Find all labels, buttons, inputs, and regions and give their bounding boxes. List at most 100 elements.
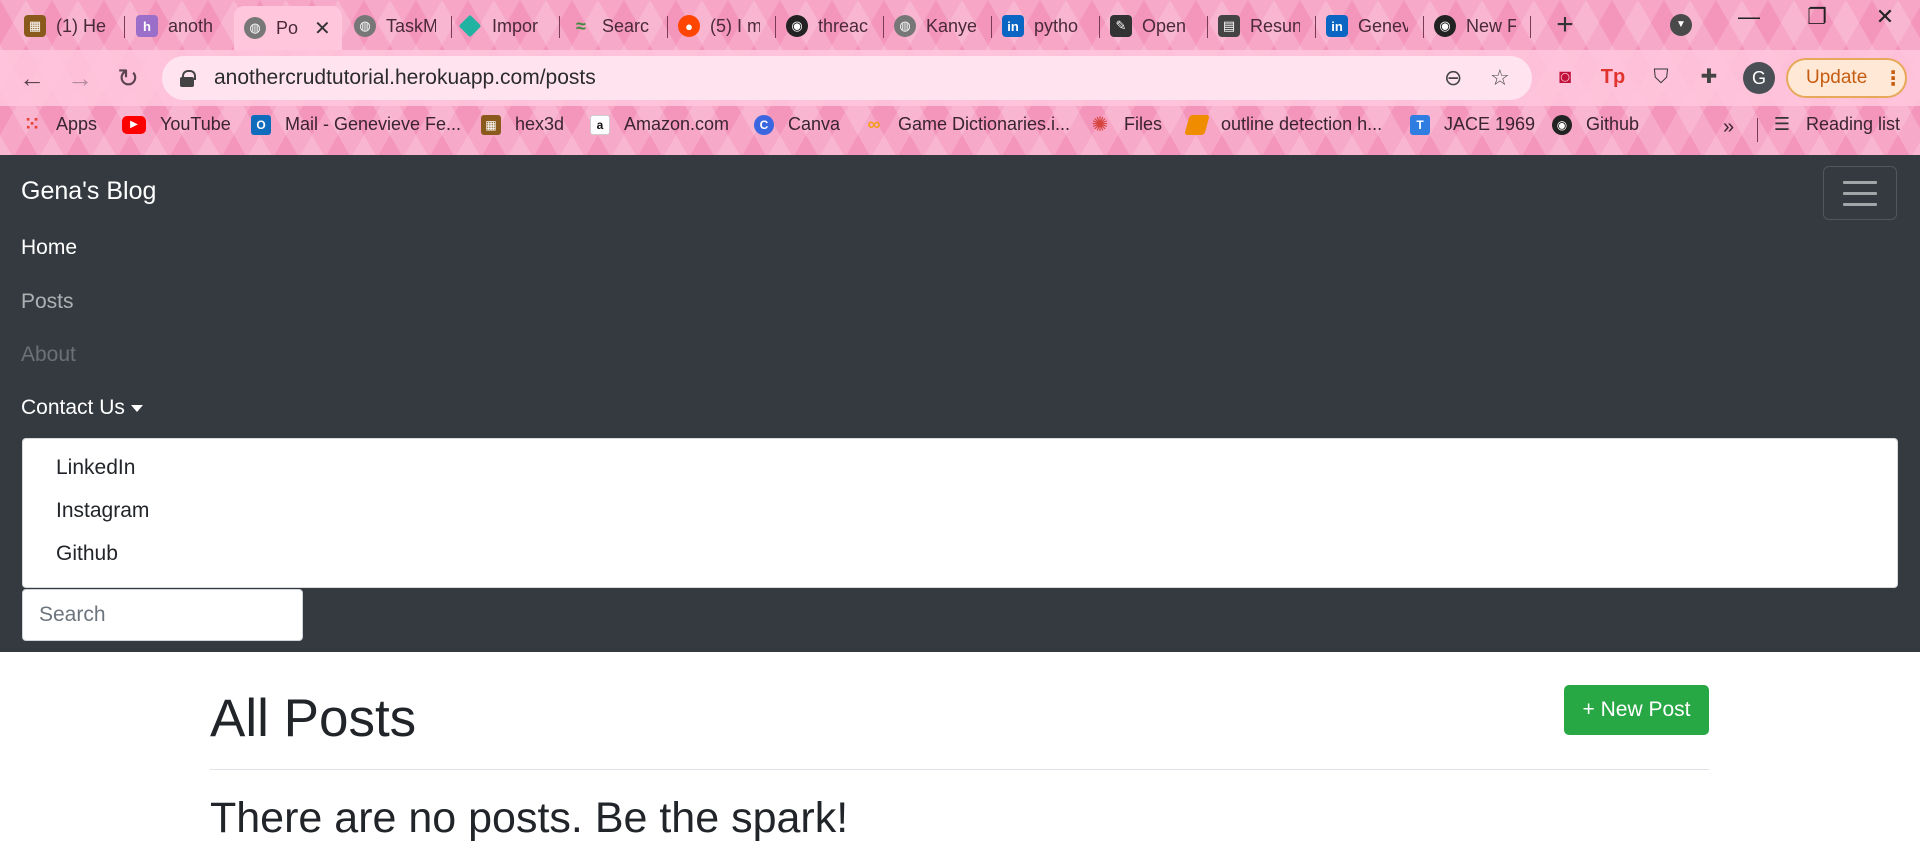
tab-label: pytho <box>1034 15 1079 36</box>
profile-avatar[interactable]: G <box>1743 62 1775 94</box>
tab-7[interactable]: ● (5) I m <box>668 6 774 46</box>
zoom-out-icon[interactable]: ⊖ <box>1444 65 1462 91</box>
outlook-icon: O <box>251 114 271 135</box>
bookmark-canva[interactable]: C Canva <box>754 114 840 135</box>
minimize-button[interactable]: — <box>1729 4 1769 30</box>
bookmark-mail[interactable]: O Mail - Genevieve Fe... <box>251 114 461 135</box>
tab-9[interactable]: ◍ Kanye <box>884 6 990 46</box>
tab-label: Impor <box>492 15 539 36</box>
menu-dots-icon: ⋮ <box>1883 67 1904 90</box>
tab-label: Resun <box>1250 15 1300 36</box>
contact-dropdown-menu: LinkedIn Instagram Github <box>22 438 1898 588</box>
reading-list-button[interactable]: ☰ Reading list <box>1772 114 1900 135</box>
bookmark-apps[interactable]: ⁙ Apps <box>22 114 97 135</box>
close-window-button[interactable]: ✕ <box>1865 4 1905 30</box>
hamburger-icon <box>1843 192 1877 195</box>
new-post-button[interactable]: + New Post <box>1564 685 1709 735</box>
tab-14[interactable]: ◉ New F <box>1424 6 1530 46</box>
dropdown-item-github[interactable]: Github <box>56 542 118 566</box>
nav-about[interactable]: About <box>21 343 76 367</box>
forward-icon[interactable]: → <box>62 60 98 96</box>
nav-posts[interactable]: Posts <box>21 290 74 314</box>
tab-separator <box>124 16 125 38</box>
bookmarks-separator <box>1757 118 1758 142</box>
brand-link[interactable]: Gena's Blog <box>21 177 156 206</box>
tab-close-icon[interactable]: ✕ <box>314 16 331 41</box>
tab-3-active[interactable]: ◍ Po ✕ <box>234 6 342 50</box>
tab-11[interactable]: ✎ Open <box>1100 6 1206 46</box>
site-navbar: Gena's Blog Home Posts About Contact Us … <box>0 155 1920 652</box>
amazon-icon: a <box>590 114 610 135</box>
bookmark-game-dictionaries[interactable]: ∞ Game Dictionaries.i... <box>864 114 1070 135</box>
nav-home[interactable]: Home <box>21 236 77 260</box>
dropdown-item-instagram[interactable]: Instagram <box>56 499 149 523</box>
tab-6[interactable]: ≈ Searc <box>560 6 666 46</box>
tab-2[interactable]: h anoth <box>126 6 234 46</box>
tab-label: Po <box>276 17 299 38</box>
canva-icon: C <box>754 114 774 135</box>
bookmark-star-icon[interactable]: ☆ <box>1490 65 1510 91</box>
tab-10[interactable]: in pytho <box>992 6 1098 46</box>
files-icon: ✺ <box>1091 114 1109 136</box>
bookmark-youtube[interactable]: ▶ YouTube <box>122 114 231 135</box>
shield-extension-icon[interactable]: ⛉ <box>1647 63 1675 91</box>
bookmark-github[interactable]: ◉ Github <box>1552 114 1639 135</box>
game-icon: ▦ <box>481 114 501 135</box>
nav-contact-dropdown[interactable]: Contact Us <box>21 396 143 420</box>
tab-12[interactable]: ▤ Resun <box>1208 6 1314 46</box>
tab-search-icon[interactable]: ▼ <box>1670 14 1692 36</box>
tab-4[interactable]: ◍ TaskM <box>344 6 450 46</box>
bookmarks-more-icon[interactable]: » <box>1723 116 1734 139</box>
tab-5[interactable]: Impor <box>452 6 558 46</box>
hamburger-icon <box>1843 181 1877 184</box>
url-text[interactable]: anothercrudtutorial.herokuapp.com/posts <box>214 66 596 90</box>
browser-chrome: ▦ (1) He h anoth ◍ Po ✕ ◍ TaskM Impor ≈ … <box>0 0 1920 155</box>
bookmark-hex3d[interactable]: ▦ hex3d <box>481 114 564 135</box>
bookmark-amazon[interactable]: a Amazon.com <box>590 114 729 135</box>
divider <box>210 769 1709 770</box>
lock-icon[interactable] <box>180 70 196 87</box>
reload-icon[interactable]: ↻ <box>110 60 146 96</box>
bookmark-label: Files <box>1124 114 1163 134</box>
browser-toolbar: ← → ↻ anothercrudtutorial.herokuapp.com/… <box>0 50 1920 106</box>
linkedin-icon: in <box>1326 15 1348 37</box>
bookmark-label: Mail - Genevieve Fe... <box>285 114 462 134</box>
github-icon: ◉ <box>1552 114 1572 135</box>
address-bar[interactable]: anothercrudtutorial.herokuapp.com/posts … <box>162 56 1532 100</box>
bookmark-label: YouTube <box>160 114 231 134</box>
extensions-puzzle-icon[interactable]: ✚ <box>1695 63 1723 91</box>
tab-1[interactable]: ▦ (1) He <box>14 6 124 46</box>
tab-label: New F <box>1466 15 1516 36</box>
globe-icon: ◍ <box>354 15 376 37</box>
main-content: All Posts + New Post There are no posts.… <box>0 652 1920 853</box>
navbar-toggler-button[interactable] <box>1823 166 1897 220</box>
bookmark-files[interactable]: ✺ Files <box>1090 114 1163 136</box>
bookmark-label: Github <box>1586 114 1640 134</box>
github-icon: ◉ <box>1434 15 1456 37</box>
youtube-icon: ▶ <box>122 115 146 134</box>
reddit-icon: ● <box>678 15 700 37</box>
back-icon[interactable]: ← <box>14 60 50 96</box>
tab-13[interactable]: in Genev <box>1316 6 1422 46</box>
tp-extension-icon[interactable]: Tp <box>1599 63 1627 91</box>
globe-icon: ◍ <box>244 17 266 39</box>
heroku-icon: h <box>136 15 158 37</box>
update-button[interactable]: Update ⋮ <box>1786 58 1907 98</box>
apps-grid-icon: ⁙ <box>24 114 40 134</box>
bookmark-icon <box>1184 114 1210 135</box>
nav-contact-label: Contact Us <box>21 396 125 419</box>
dropdown-item-linkedin[interactable]: LinkedIn <box>56 456 135 480</box>
search-input[interactable] <box>22 589 303 641</box>
pocket-extension-icon[interactable]: ◙ <box>1551 63 1579 91</box>
tab-separator <box>1530 16 1531 38</box>
new-tab-button[interactable]: + <box>1550 8 1580 42</box>
globe-icon: ◍ <box>894 15 916 37</box>
bookmark-jace[interactable]: T JACE 1969 <box>1410 114 1535 135</box>
bookmark-outline-detection[interactable]: outline detection h... <box>1184 114 1382 135</box>
restore-button[interactable]: ❐ <box>1797 4 1837 30</box>
tab-strip: ▦ (1) He h anoth ◍ Po ✕ ◍ TaskM Impor ≈ … <box>0 0 1920 50</box>
bookmark-label: JACE 1969 <box>1444 114 1536 134</box>
tab-8[interactable]: ◉ threac <box>776 6 882 46</box>
hamburger-icon <box>1843 203 1877 206</box>
document-icon: ▤ <box>1218 15 1240 37</box>
